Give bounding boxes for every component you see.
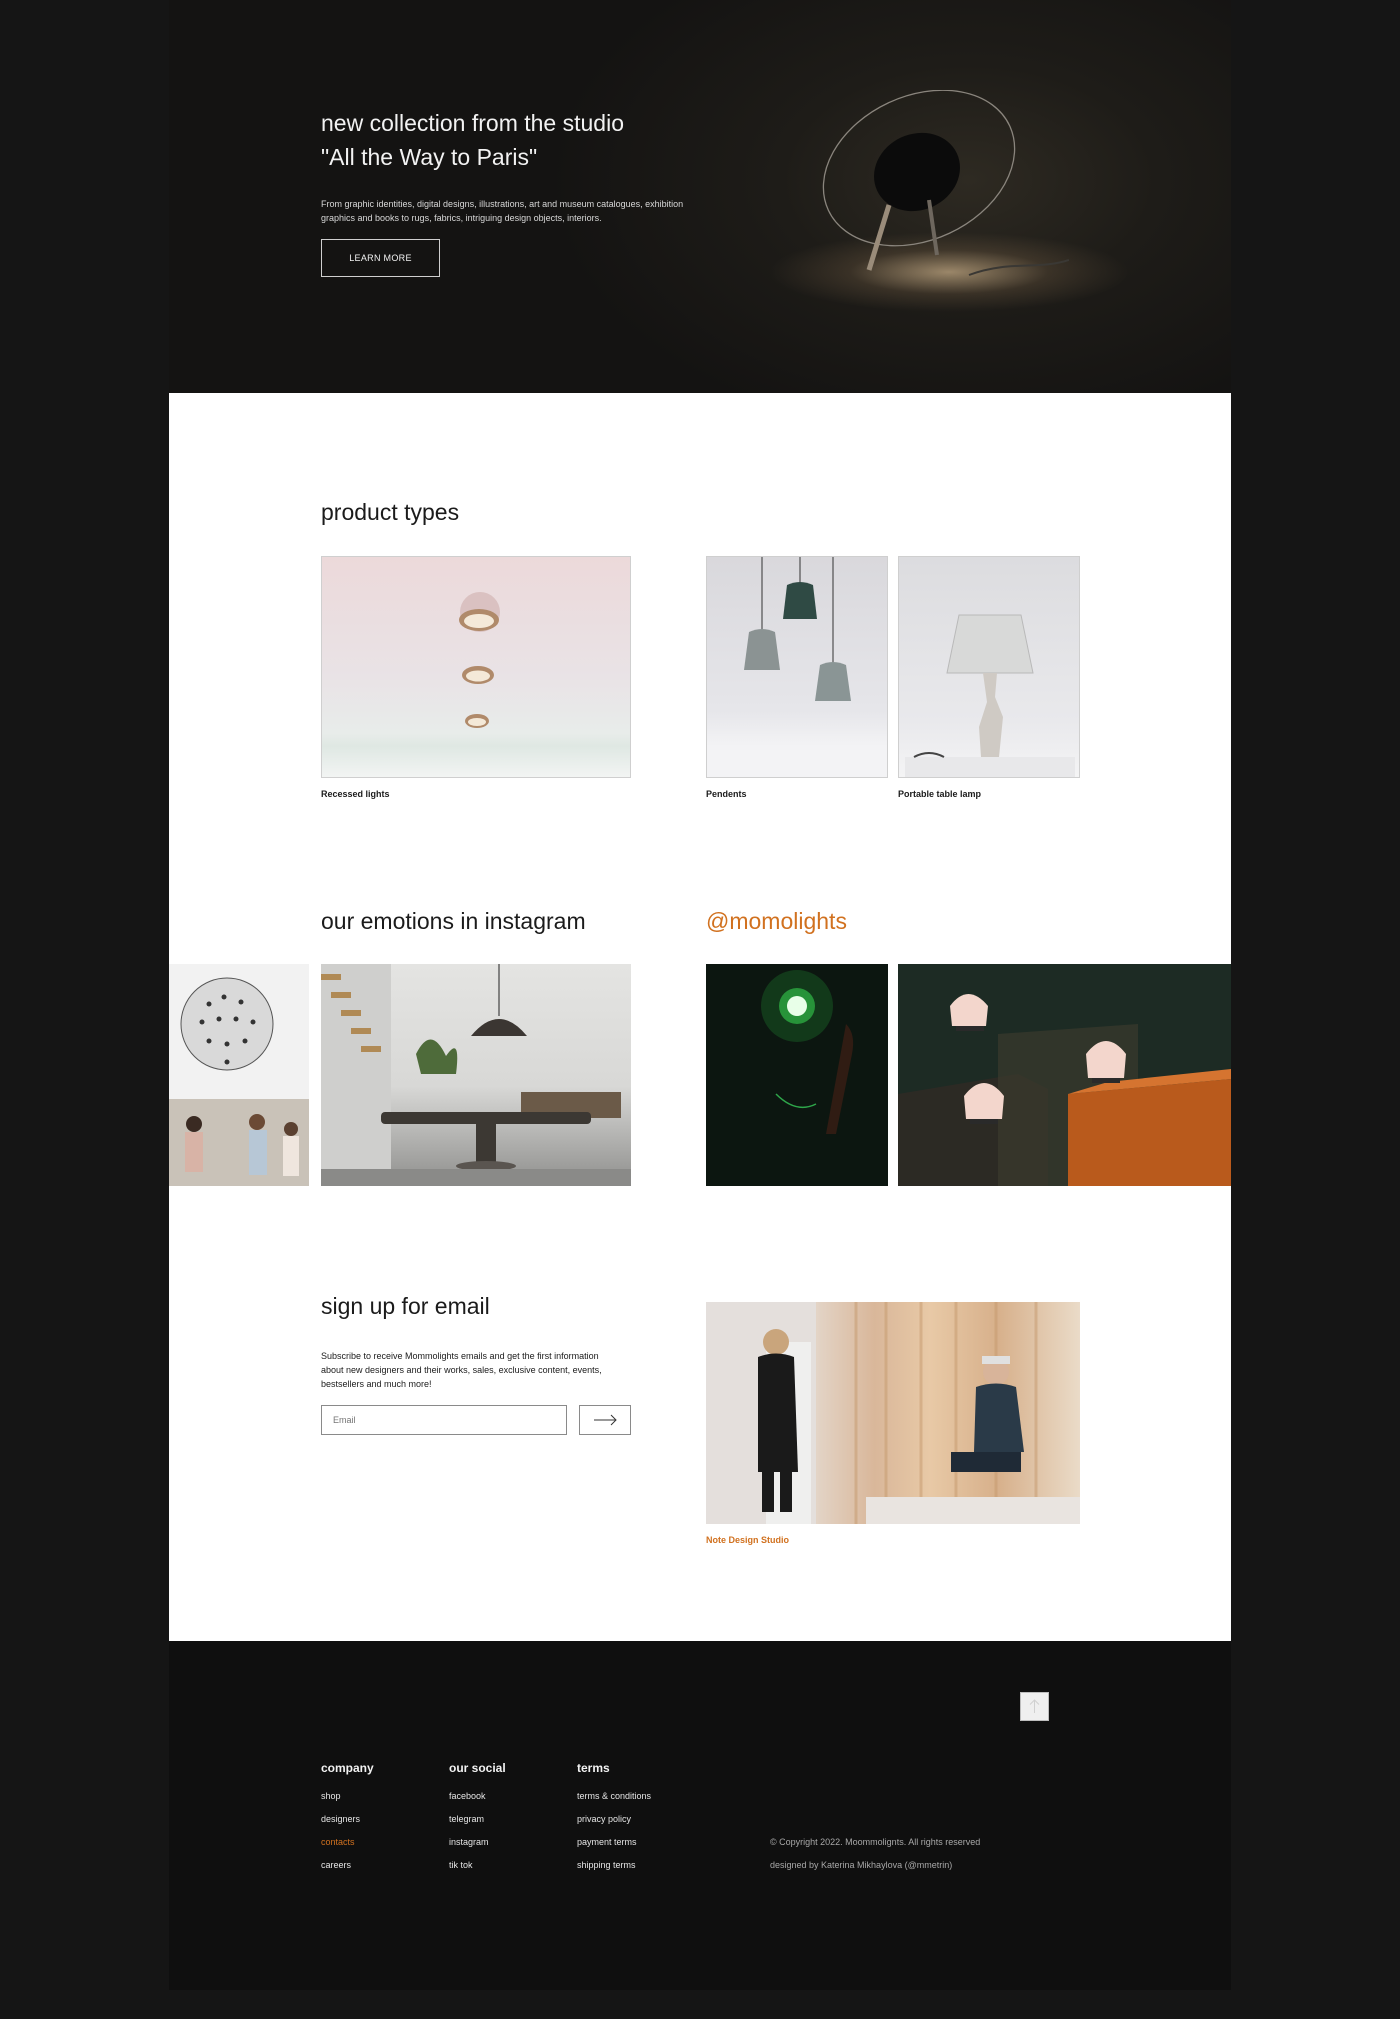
footer-link-tiktok[interactable]: tik tok <box>449 1860 473 1870</box>
footer-link-instagram[interactable]: instagram <box>449 1837 489 1847</box>
footer-link-facebook[interactable]: facebook <box>449 1791 486 1801</box>
hero-banner: new collection from the studio "All the … <box>169 0 1231 393</box>
hero-title-line2: "All the Way to Paris" <box>321 144 538 170</box>
footer-company-title: company <box>321 1761 374 1775</box>
hero-title-line1: new collection from the studio <box>321 110 624 136</box>
footer-link-careers[interactable]: careers <box>321 1860 351 1870</box>
instagram-post-dining[interactable] <box>321 964 631 1186</box>
footer-link-privacy-policy[interactable]: privacy policy <box>577 1814 631 1824</box>
email-input[interactable] <box>321 1405 567 1435</box>
note-design-studio-link[interactable]: Note Design Studio <box>706 1535 789 1545</box>
footer-link-shipping-terms[interactable]: shipping terms <box>577 1860 636 1870</box>
footer: company shop designers contacts careers … <box>169 1641 1231 1990</box>
recessed-lights-image <box>459 592 500 728</box>
hero-description: From graphic identities, digital designs… <box>321 199 684 223</box>
instagram-post-table-lamps[interactable] <box>898 964 1231 1186</box>
recessed-lights-card[interactable] <box>321 556 631 778</box>
hero-lamp-image <box>822 90 1069 276</box>
page: new collection from the studio "All the … <box>169 0 1231 1990</box>
copyright-text: © Copyright 2022. Moommolignts. All righ… <box>770 1837 981 1847</box>
footer-link-telegram[interactable]: telegram <box>449 1814 484 1824</box>
instagram-post-chandelier[interactable] <box>169 964 309 1186</box>
footer-link-designers[interactable]: designers <box>321 1814 360 1824</box>
email-submit-button[interactable] <box>579 1405 631 1435</box>
footer-terms-title: terms <box>577 1761 610 1775</box>
recessed-lights-caption: Recessed lights <box>321 789 390 799</box>
footer-link-terms-conditions[interactable]: terms & conditions <box>577 1791 651 1801</box>
pendents-card[interactable] <box>706 556 888 778</box>
scroll-to-top-button[interactable] <box>1020 1692 1049 1721</box>
studio-photo <box>706 1302 1080 1524</box>
portable-table-lamp-card[interactable] <box>898 556 1080 778</box>
product-types-heading: product types <box>321 499 460 525</box>
signup-description: Subscribe to receive Mommolights emails … <box>321 1351 602 1389</box>
signup-heading: sign up for email <box>321 1293 490 1319</box>
footer-link-contacts[interactable]: contacts <box>321 1837 355 1847</box>
note-design-studio-image[interactable] <box>706 1302 1080 1524</box>
instagram-heading: our emotions in instagram <box>321 908 586 934</box>
learn-more-button[interactable]: LEARN MORE <box>321 239 440 277</box>
green-light-image <box>761 970 854 1134</box>
pendents-caption: Pendents <box>706 789 747 799</box>
arrow-up-icon <box>1029 1699 1040 1713</box>
mushroom-lamps-image <box>898 964 1231 1186</box>
arrow-right-icon <box>594 1414 617 1426</box>
instagram-handle-link[interactable]: @momolights <box>706 908 847 935</box>
portable-table-lamp-caption: Portable table lamp <box>898 789 982 799</box>
footer-link-shop[interactable]: shop <box>321 1791 341 1801</box>
table-lamp-image <box>905 614 1075 777</box>
main-content: product types Recessed lights Pendents P… <box>169 393 1231 1641</box>
footer-social-title: our social <box>449 1761 506 1775</box>
dining-room-image <box>321 964 631 1186</box>
footer-link-payment-terms[interactable]: payment terms <box>577 1837 637 1847</box>
chandelier-image <box>169 964 309 1186</box>
designer-credit: designed by Katerina Mikhaylova (@mmetri… <box>770 1860 953 1870</box>
pendents-image <box>707 557 887 777</box>
hero-title: new collection from the studio "All the … <box>321 106 741 174</box>
instagram-post-green-light[interactable] <box>706 964 888 1186</box>
